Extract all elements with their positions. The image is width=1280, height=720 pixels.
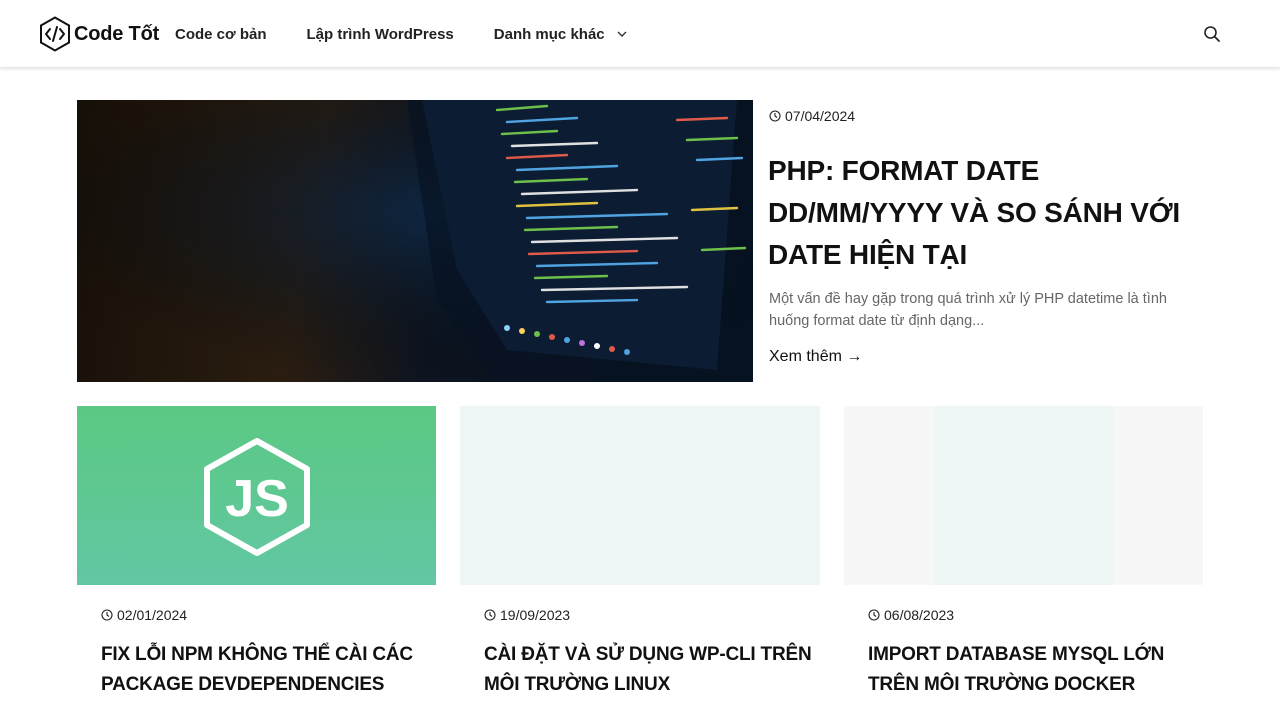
clock-icon [868,609,880,621]
site-header: Code Tốt Code cơ bản Lập trình WordPress… [0,0,1280,68]
nav-item-label: Danh mục khác [493,25,605,43]
nav-item-code-co-ban[interactable]: Code cơ bản [175,26,267,43]
nav-item-danh-muc-khac[interactable]: Danh mục khác [494,26,627,43]
nodejs-logo-icon: JS [204,438,310,556]
nav-item-label: Lập trình WordPress [306,25,454,43]
logo-icon [40,16,70,52]
nav-item-lap-trinh-wordpress[interactable]: Lập trình WordPress [307,26,454,43]
clock-icon [484,609,496,621]
site-name: Code Tốt [74,22,160,45]
svg-text:JS: JS [225,470,289,528]
featured-post-excerpt: Một vấn đề hay gặp trong quá trình xử lý… [769,291,1167,329]
post-date-row: 02/01/2024 [101,607,187,623]
post-title[interactable]: Import database MySQL lớn trên môi trườn… [868,640,1198,700]
post-date-row: 19/09/2023 [484,607,570,623]
post-thumbnail[interactable] [844,406,1203,585]
featured-post-image[interactable] [77,100,753,382]
featured-post-title[interactable]: PHP: Format date dd/mm/yyyy và so sánh v… [768,150,1188,276]
main-nav: Code cơ bản Lập trình WordPress Danh mục… [175,0,667,68]
nav-item-label: Code cơ bản [175,25,267,43]
search-icon[interactable] [1203,25,1221,43]
read-more-link[interactable]: Xem thêm → [769,348,862,366]
read-more-label: Xem thêm [769,348,842,365]
clock-icon [769,110,781,122]
post-date: 06/08/2023 [884,607,955,623]
post-title[interactable]: Cài đặt và sử dụng WP-CLI trên môi trườn… [484,640,814,700]
post-date: 19/09/2023 [500,607,571,623]
post-thumbnail[interactable]: JS [77,406,436,585]
chevron-down-icon [617,31,627,37]
code-screen-illustration [77,100,753,382]
post-date-row: 06/08/2023 [868,607,954,623]
featured-post-date: 07/04/2024 [769,108,855,124]
arrow-right-icon: → [846,348,863,365]
clock-icon [101,609,113,621]
post-thumbnail[interactable] [460,406,820,585]
site-logo[interactable]: Code Tốt [39,16,159,52]
post-date: 02/01/2024 [117,607,188,623]
post-title[interactable]: Fix lỗi NPM không thể cài các package de… [101,640,431,700]
post-date: 07/04/2024 [785,108,856,124]
